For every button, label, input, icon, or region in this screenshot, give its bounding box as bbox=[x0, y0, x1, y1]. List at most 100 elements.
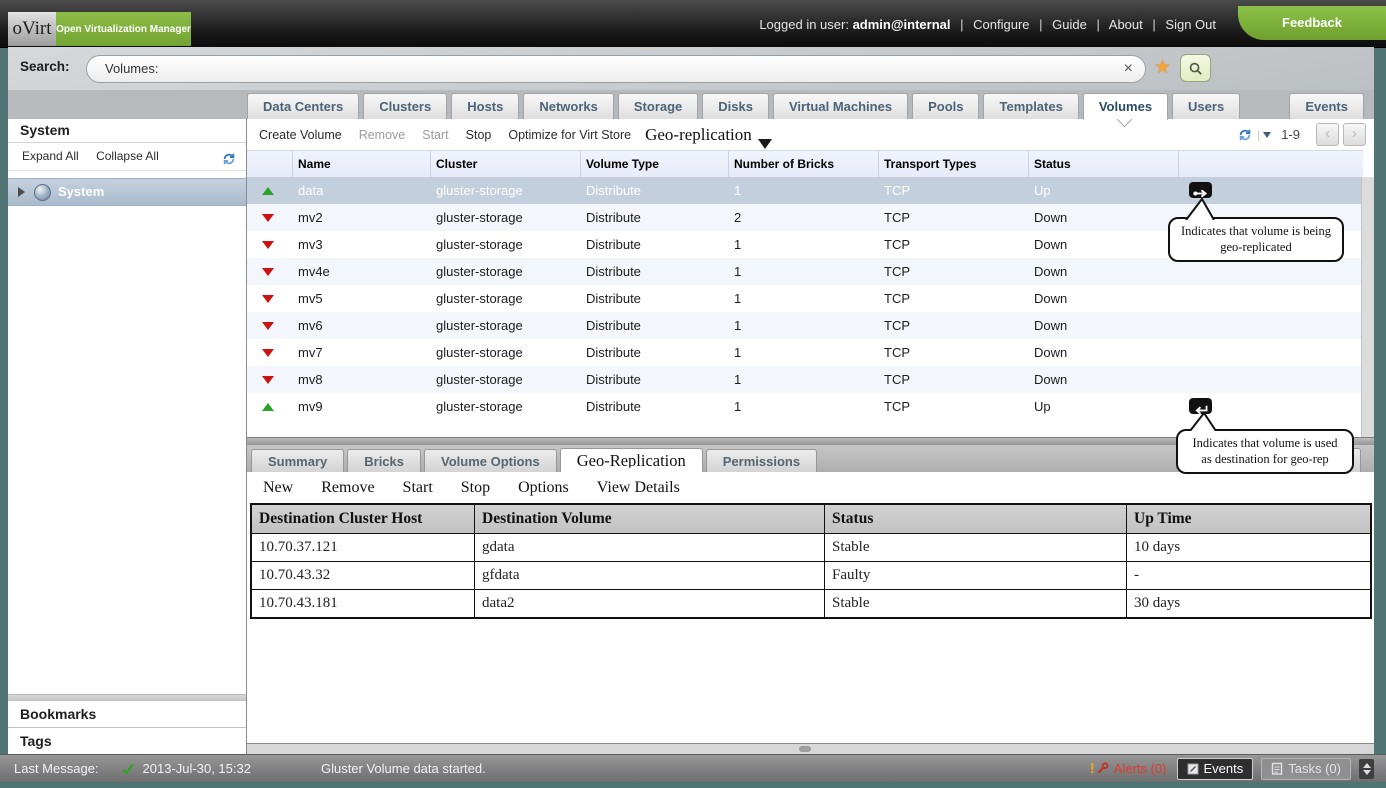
georep-status: Faulty bbox=[824, 562, 1126, 589]
scrollbar-thumb[interactable] bbox=[799, 746, 811, 752]
guide-link[interactable]: Guide bbox=[1052, 17, 1087, 32]
expand-all-button[interactable]: Expand All bbox=[22, 149, 79, 163]
volume-cluster: gluster-storage bbox=[431, 177, 581, 204]
volume-cluster: gluster-storage bbox=[431, 258, 581, 285]
tab-data-centers[interactable]: Data Centers bbox=[247, 93, 359, 120]
volume-cluster: gluster-storage bbox=[431, 231, 581, 258]
subtab-summary[interactable]: Summary bbox=[251, 449, 344, 474]
subtab-permissions[interactable]: Permissions bbox=[706, 449, 817, 474]
volume-name: mv4e bbox=[293, 258, 431, 285]
georep-row[interactable]: 10.70.43.181 data2 Stable 30 days bbox=[252, 589, 1370, 617]
tags-section-header[interactable]: Tags bbox=[8, 727, 246, 754]
callout-georep-source: Indicates that volume is being geo-repli… bbox=[1168, 217, 1344, 262]
tree-item-system[interactable]: System bbox=[8, 178, 246, 206]
configure-link[interactable]: Configure bbox=[973, 17, 1029, 32]
search-button[interactable] bbox=[1180, 54, 1211, 82]
column-transport-types[interactable]: Transport Types bbox=[879, 151, 1029, 178]
georep-table: Destination Cluster Host Destination Vol… bbox=[250, 503, 1372, 619]
column-destination-cluster-host[interactable]: Destination Cluster Host bbox=[252, 505, 474, 533]
column-georep-status[interactable]: Status bbox=[824, 505, 1126, 533]
tree-toolbar: Expand All Collapse All bbox=[8, 143, 246, 171]
search-input[interactable]: Volumes: × bbox=[86, 55, 1146, 83]
tab-clusters[interactable]: Clusters bbox=[363, 93, 447, 120]
grid-vertical-scrollbar[interactable] bbox=[1361, 177, 1374, 437]
volume-cluster: gluster-storage bbox=[431, 312, 581, 339]
georep-uptime: - bbox=[1126, 562, 1370, 589]
start-button[interactable]: Start bbox=[422, 128, 448, 142]
search-label: Search: bbox=[20, 59, 70, 74]
detail-horizontal-scrollbar[interactable] bbox=[247, 743, 1374, 754]
table-row[interactable]: mv6 gluster-storage Distribute 1 TCP Dow… bbox=[247, 312, 1363, 339]
column-number-of-bricks[interactable]: Number of Bricks bbox=[729, 151, 879, 178]
georep-uptime: 10 days bbox=[1126, 534, 1370, 561]
main-tab-bar: Data CentersClustersHostsNetworksStorage… bbox=[8, 90, 1374, 119]
tab-events[interactable]: Events bbox=[1289, 93, 1364, 120]
volume-type: Distribute bbox=[581, 204, 729, 231]
events-button[interactable]: Events bbox=[1177, 758, 1254, 780]
tree-refresh-icon[interactable] bbox=[222, 149, 236, 176]
tab-networks[interactable]: Networks bbox=[523, 93, 614, 120]
collapse-all-button[interactable]: Collapse All bbox=[96, 149, 159, 163]
subtab-bricks[interactable]: Bricks bbox=[347, 449, 421, 474]
geo-replication-menu[interactable]: Geo-replication New bbox=[645, 125, 772, 145]
stop-button[interactable]: Stop bbox=[466, 128, 492, 142]
status-icon-column[interactable] bbox=[247, 151, 293, 178]
refresh-rate-caret-icon[interactable] bbox=[1263, 132, 1271, 138]
callout-line: Indicates that volume is used bbox=[1183, 435, 1347, 451]
table-row[interactable]: mv8 gluster-storage Distribute 1 TCP Dow… bbox=[247, 366, 1363, 393]
feedback-button[interactable]: Feedback bbox=[1238, 6, 1386, 40]
volume-cluster: gluster-storage bbox=[431, 204, 581, 231]
column-cluster[interactable]: Cluster bbox=[431, 151, 581, 178]
subtab-geo-replication[interactable]: Geo-Replication bbox=[560, 448, 703, 474]
tree-expander-icon[interactable] bbox=[18, 187, 25, 197]
bookmark-star-icon[interactable]: ★ bbox=[1154, 56, 1171, 79]
next-page-button[interactable]: › bbox=[1343, 123, 1366, 146]
column-destination-volume[interactable]: Destination Volume bbox=[474, 505, 824, 533]
callout-georep-destination: Indicates that volume is used as destina… bbox=[1176, 429, 1354, 474]
georep-view-details-button[interactable]: View Details bbox=[597, 479, 680, 497]
subtab-volume-options[interactable]: Volume Options bbox=[424, 449, 557, 474]
column-name[interactable]: Name bbox=[293, 151, 431, 178]
bookmarks-section-header[interactable]: Bookmarks bbox=[8, 700, 246, 727]
prev-page-button[interactable]: ‹ bbox=[1316, 123, 1339, 146]
table-row[interactable]: mv4e gluster-storage Distribute 1 TCP Do… bbox=[247, 258, 1363, 285]
volume-bricks: 2 bbox=[729, 204, 879, 231]
about-link[interactable]: About bbox=[1109, 17, 1143, 32]
volume-status: Down bbox=[1029, 366, 1179, 393]
create-volume-button[interactable]: Create Volume bbox=[259, 128, 342, 142]
tab-virtual-machines[interactable]: Virtual Machines bbox=[773, 93, 908, 120]
tasks-button[interactable]: Tasks (0) bbox=[1261, 758, 1351, 780]
georep-remove-button[interactable]: Remove bbox=[321, 479, 374, 497]
remove-button[interactable]: Remove bbox=[359, 128, 406, 142]
tab-templates[interactable]: Templates bbox=[983, 93, 1078, 120]
column-status[interactable]: Status bbox=[1029, 151, 1179, 178]
tab-disks[interactable]: Disks bbox=[702, 93, 769, 120]
volumes-table-header: Name Cluster Volume Type Number of Brick… bbox=[247, 150, 1363, 179]
table-row[interactable]: mv5 gluster-storage Distribute 1 TCP Dow… bbox=[247, 285, 1363, 312]
tab-pools[interactable]: Pools bbox=[912, 93, 979, 120]
tab-users[interactable]: Users bbox=[1172, 93, 1240, 120]
optimize-button[interactable]: Optimize for Virt Store bbox=[508, 128, 631, 142]
destination-host: 10.70.43.32 bbox=[252, 562, 474, 589]
volume-down-icon bbox=[262, 268, 274, 276]
column-up-time[interactable]: Up Time bbox=[1126, 505, 1370, 533]
volume-cluster: gluster-storage bbox=[431, 285, 581, 312]
alerts-button[interactable]: ! Alerts (0) bbox=[1090, 755, 1167, 782]
tab-storage[interactable]: Storage bbox=[618, 93, 698, 120]
georep-stop-button[interactable]: Stop bbox=[461, 479, 490, 497]
tab-volumes[interactable]: Volumes bbox=[1083, 93, 1168, 120]
sign-out-link[interactable]: Sign Out bbox=[1165, 17, 1216, 32]
column-volume-type[interactable]: Volume Type bbox=[581, 151, 729, 178]
geo-replication-menu-label: Geo-replication bbox=[645, 125, 752, 144]
tab-hosts[interactable]: Hosts bbox=[451, 93, 519, 120]
clear-search-icon[interactable]: × bbox=[1124, 56, 1133, 82]
georep-start-button[interactable]: Start bbox=[403, 479, 433, 497]
statusbar-expand-control[interactable] bbox=[1359, 759, 1374, 779]
georep-new-button[interactable]: New bbox=[263, 479, 293, 497]
grid-refresh-icon[interactable] bbox=[1238, 128, 1252, 142]
table-row[interactable]: mv7 gluster-storage Distribute 1 TCP Dow… bbox=[247, 339, 1363, 366]
georep-row[interactable]: 10.70.37.121 gdata Stable 10 days bbox=[252, 533, 1370, 561]
georep-options-button[interactable]: Options bbox=[518, 479, 569, 497]
georep-row[interactable]: 10.70.43.32 gfdata Faulty - bbox=[252, 561, 1370, 589]
volume-transport: TCP bbox=[879, 285, 1029, 312]
